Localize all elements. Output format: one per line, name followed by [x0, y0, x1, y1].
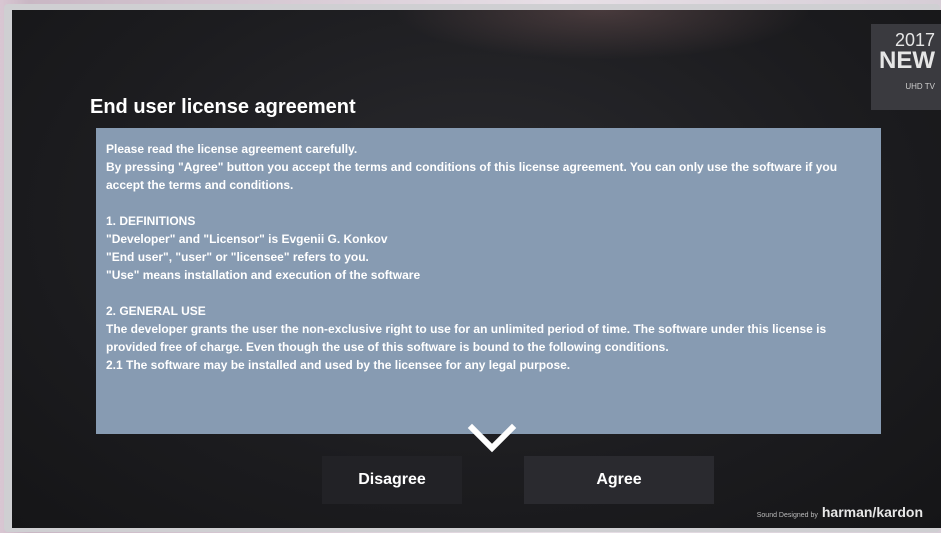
license-paragraph: "End user", "user" or "licensee" refers … [106, 250, 369, 264]
agree-button[interactable]: Agree [524, 456, 714, 504]
license-paragraph: "Developer" and "Licensor" is Evgenii G.… [106, 232, 388, 246]
badge-sub: UHD TV [905, 82, 935, 91]
sound-designed-by-label: Sound Designed by [756, 512, 818, 519]
license-text-box[interactable]: Please read the license agreement carefu… [96, 128, 881, 434]
tv-screen: 2017 NEW UHD TV End user license agreeme… [12, 10, 941, 528]
dialog-title: End user license agreement [90, 96, 356, 118]
license-heading-general-use: 2. GENERAL USE [106, 304, 206, 318]
badge-new: NEW [879, 47, 935, 74]
background-glow [392, 10, 812, 60]
license-paragraph: The developer grants the user the non-ex… [106, 322, 827, 354]
license-heading-definitions: 1. DEFINITIONS [106, 214, 196, 228]
license-paragraph: By pressing "Agree" button you accept th… [106, 160, 838, 192]
license-paragraph: "Use" means installation and execution o… [106, 268, 421, 282]
uhd-tv-badge: 2017 NEW UHD TV [871, 24, 941, 110]
brand-name: harman/kardon [821, 504, 923, 520]
disagree-button[interactable]: Disagree [322, 456, 462, 504]
license-paragraph: Please read the license agreement carefu… [106, 142, 358, 156]
license-paragraph: 2.1 The software may be installed and us… [106, 358, 571, 372]
harman-kardon-logo: Sound Designed by harman/kardon [757, 504, 923, 520]
chevron-down-icon[interactable] [464, 420, 520, 456]
